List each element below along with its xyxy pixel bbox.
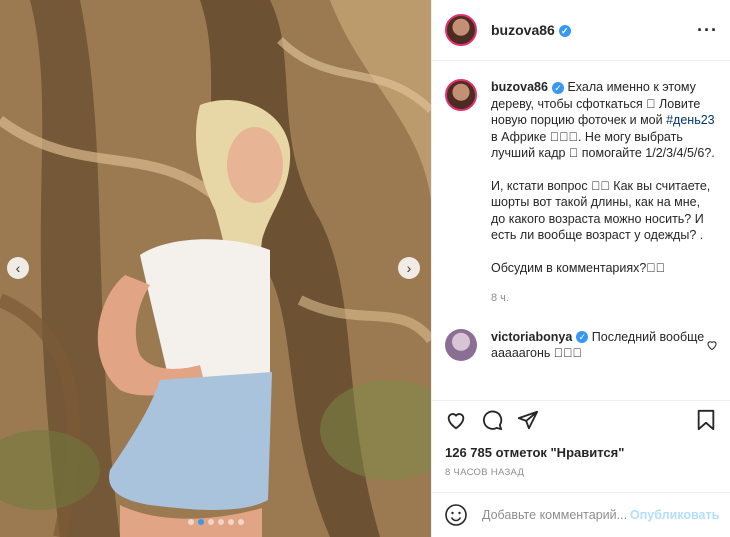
- comments-section: buzova86 ✓ Ехала именно к этому дереву, ч…: [432, 61, 730, 400]
- share-icon[interactable]: [516, 408, 540, 432]
- post-sidebar: buzova86 ✓ ··· buzova86 ✓ Ехала именно к э…: [431, 0, 730, 537]
- commenter-username[interactable]: victoriabonya: [491, 330, 572, 344]
- commenter-avatar[interactable]: [445, 328, 477, 361]
- caption-username[interactable]: buzova86: [491, 80, 548, 94]
- post-media-carousel[interactable]: ‹ ›: [0, 0, 431, 537]
- comment-icon[interactable]: [480, 408, 504, 432]
- carousel-dot: [207, 519, 214, 525]
- carousel-dot: [217, 519, 224, 525]
- carousel-dot: [227, 519, 234, 525]
- caption-paragraph-2: И, кстати вопрос ⃞⃞ Как вы считаете, шор…: [491, 178, 711, 243]
- chevron-right-icon: ›: [406, 260, 412, 276]
- comment-item: victoriabonya ✓ Последний вообще ааааагон…: [445, 328, 718, 362]
- bookmark-icon[interactable]: [694, 408, 718, 432]
- caption-timestamp[interactable]: 8 ч.: [491, 290, 715, 307]
- caption-text-2: в Африке ⃞⃞⃞. Не могу выбрать лучший кад…: [491, 129, 715, 161]
- post-photo: [0, 0, 431, 537]
- verified-badge-icon: ✓: [558, 25, 571, 38]
- posted-time[interactable]: 8 ЧАСОВ НАЗАД: [445, 467, 524, 478]
- more-options-icon[interactable]: ···: [697, 20, 718, 41]
- comment-body: victoriabonya ✓ Последний вообще ааааагон…: [491, 329, 715, 362]
- verified-badge-icon: ✓: [551, 81, 564, 94]
- heart-icon[interactable]: [444, 408, 468, 432]
- caption-author-avatar[interactable]: [445, 79, 477, 111]
- carousel-next-button[interactable]: ›: [398, 257, 420, 279]
- action-bar: [432, 400, 730, 438]
- post-caption: buzova86 ✓ Ехала именно к этому дереву, ч…: [445, 79, 718, 307]
- caption-body: buzova86 ✓ Ехала именно к этому дереву, ч…: [491, 79, 715, 307]
- emoji-icon[interactable]: [444, 503, 468, 527]
- heart-outline-icon[interactable]: [706, 339, 718, 354]
- publish-button[interactable]: Опубликовать: [630, 508, 719, 522]
- comment-input[interactable]: [480, 507, 630, 523]
- post-header: buzova86 ✓ ···: [432, 0, 730, 61]
- caption-hashtag-link[interactable]: #день23: [666, 113, 715, 127]
- author-avatar[interactable]: [445, 14, 477, 46]
- carousel-dot: [187, 519, 194, 525]
- carousel-prev-button[interactable]: ‹: [7, 257, 29, 279]
- caption-paragraph-3: Обсудим в комментариях?⃞⃞: [491, 260, 666, 275]
- carousel-dot-active: [197, 519, 204, 525]
- carousel-dot: [237, 519, 244, 525]
- author-username[interactable]: buzova86: [491, 22, 555, 38]
- post-container: ‹ › buzova86 ✓ ··· buzova86 ✓ Ехала имен…: [0, 0, 730, 537]
- chevron-left-icon: ‹: [15, 260, 21, 276]
- verified-badge-icon: ✓: [576, 331, 589, 344]
- author-username-link[interactable]: buzova86 ✓: [491, 22, 571, 38]
- carousel-indicator: [0, 519, 431, 525]
- add-comment-bar: Опубликовать: [432, 492, 730, 537]
- likes-count[interactable]: 126 785 отметок "Нравится": [445, 445, 624, 460]
